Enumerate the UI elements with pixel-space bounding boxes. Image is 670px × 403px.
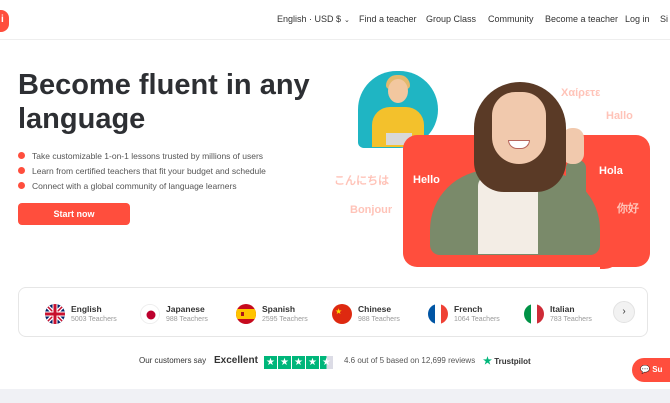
language-name: Spanish bbox=[262, 304, 296, 314]
spain-flag-icon bbox=[236, 304, 256, 324]
greeting-hallo: Hallo bbox=[606, 110, 633, 122]
bullet-icon bbox=[18, 152, 25, 159]
feature-list: Take customizable 1-on-1 lessons trusted… bbox=[18, 150, 266, 195]
language-name: English bbox=[71, 304, 102, 314]
hero-title: Become fluent in any language bbox=[18, 69, 310, 135]
chevron-right-icon: › bbox=[622, 306, 626, 317]
top-navigation: i English · USD $ ⌄ Find a teacher Group … bbox=[0, 0, 670, 40]
feature-text: Learn from certified teachers that fit y… bbox=[32, 166, 266, 176]
login-link[interactable]: Log in bbox=[625, 14, 650, 24]
language-carousel: English 5003 Teachers Japanese 988 Teach… bbox=[18, 287, 648, 337]
greeting-bonjour: Bonjour bbox=[350, 204, 393, 216]
nav-community[interactable]: Community bbox=[488, 14, 534, 24]
chat-label: Su bbox=[652, 365, 663, 374]
nav-find-teacher[interactable]: Find a teacher bbox=[359, 14, 417, 24]
feature-item: Connect with a global community of langu… bbox=[18, 180, 266, 195]
teacher-count: 1064 Teachers bbox=[454, 316, 500, 323]
logo[interactable]: i bbox=[0, 10, 9, 32]
chat-bubble-icon: 💬 bbox=[640, 365, 650, 374]
language-name: Japanese bbox=[166, 304, 205, 314]
locale-label: English · USD $ bbox=[277, 14, 342, 24]
star-icon: ★ bbox=[264, 356, 277, 369]
trustpilot-reviews: Our customers say Excellent ★ ★ ★ ★ ★ 4.… bbox=[0, 355, 670, 370]
star-half-icon: ★ bbox=[320, 356, 333, 369]
greeting-japanese: こんにちは bbox=[334, 175, 389, 187]
greeting-chinese: 你好 bbox=[617, 203, 639, 215]
trustpilot-logo[interactable]: ★ Trustpilot bbox=[483, 356, 531, 367]
greeting-hola: Hola bbox=[599, 165, 623, 177]
teacher-arm bbox=[566, 160, 586, 204]
greeting-hello: Hello bbox=[413, 174, 440, 186]
student-head bbox=[388, 79, 408, 103]
signup-link[interactable]: Si bbox=[660, 14, 668, 24]
star-icon: ★ bbox=[292, 356, 305, 369]
teacher-face bbox=[492, 92, 546, 164]
carousel-next-button[interactable]: › bbox=[613, 301, 635, 323]
support-chat-button[interactable]: 💬 Su bbox=[632, 358, 670, 382]
svg-text:★: ★ bbox=[335, 307, 342, 316]
uk-flag-icon bbox=[45, 304, 65, 324]
teacher-count: 988 Teachers bbox=[166, 316, 208, 323]
feature-text: Take customizable 1-on-1 lessons trusted… bbox=[32, 151, 264, 161]
chevron-down-icon: ⌄ bbox=[344, 17, 350, 24]
nav-group-class[interactable]: Group Class bbox=[426, 14, 476, 24]
nav-become-teacher[interactable]: Become a teacher bbox=[545, 14, 618, 24]
teacher-count: 783 Teachers bbox=[550, 316, 592, 323]
feature-text: Connect with a global community of langu… bbox=[32, 181, 237, 191]
locale-currency-selector[interactable]: English · USD $ ⌄ bbox=[277, 14, 350, 24]
teacher-count: 988 Teachers bbox=[358, 316, 400, 323]
start-now-button[interactable]: Start now bbox=[18, 203, 130, 225]
bullet-icon bbox=[18, 182, 25, 189]
logo-letter: i bbox=[1, 14, 4, 25]
china-flag-icon: ★ bbox=[332, 304, 352, 324]
japan-flag-icon bbox=[140, 304, 160, 324]
review-score-text: 4.6 out of 5 based on 12,699 reviews bbox=[344, 356, 476, 365]
reviews-intro: Our customers say bbox=[139, 356, 207, 365]
france-flag-icon bbox=[428, 304, 448, 324]
italy-flag-icon bbox=[524, 304, 544, 324]
language-name: Chinese bbox=[358, 304, 392, 314]
trustpilot-brand: Trustpilot bbox=[494, 357, 531, 366]
feature-item: Take customizable 1-on-1 lessons trusted… bbox=[18, 150, 266, 165]
language-name: French bbox=[454, 304, 483, 314]
teacher-count: 2595 Teachers bbox=[262, 316, 308, 323]
rating-word: Excellent bbox=[214, 355, 258, 366]
star-icon: ★ bbox=[278, 356, 291, 369]
trustpilot-star-icon: ★ bbox=[483, 356, 492, 367]
language-name: Italian bbox=[550, 304, 575, 314]
next-section-band bbox=[0, 389, 670, 403]
teacher-count: 5003 Teachers bbox=[71, 316, 117, 323]
greeting-greek: Χαίρετε bbox=[561, 87, 601, 99]
star-icon: ★ bbox=[306, 356, 319, 369]
feature-item: Learn from certified teachers that fit y… bbox=[18, 165, 266, 180]
bullet-icon bbox=[18, 167, 25, 174]
